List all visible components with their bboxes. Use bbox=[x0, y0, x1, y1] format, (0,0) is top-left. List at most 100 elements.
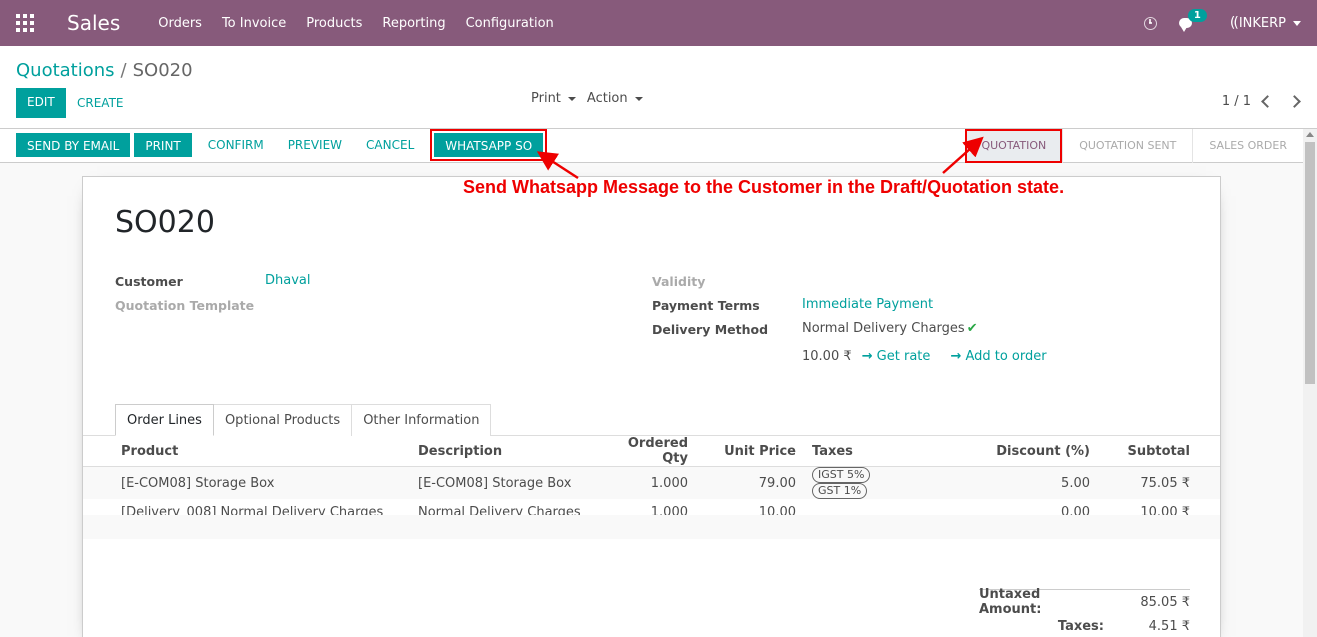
col-unit-price[interactable]: Unit Price bbox=[696, 436, 804, 467]
cell-taxes: IGST 5%GST 1% bbox=[804, 466, 934, 499]
apps-menu-icon[interactable] bbox=[16, 14, 34, 32]
status-stages: QUOTATION QUOTATION SENT SALES ORDER bbox=[965, 129, 1303, 163]
user-menu[interactable]: (( INKERP bbox=[1230, 15, 1301, 31]
chat-badge: 1 bbox=[1187, 9, 1207, 22]
caret-down-icon bbox=[567, 96, 576, 101]
form-sheet: SO020 Customer Dhaval Quotation Template… bbox=[82, 176, 1221, 637]
breadcrumb: Quotations / SO020 bbox=[16, 60, 193, 81]
menu-orders[interactable]: Orders bbox=[148, 16, 212, 31]
menu-reporting[interactable]: Reporting bbox=[372, 16, 455, 31]
tab-order-lines[interactable]: Order Lines bbox=[115, 404, 214, 436]
payment-terms-label: Payment Terms bbox=[652, 298, 760, 313]
print-button[interactable]: PRINT bbox=[134, 133, 192, 157]
col-subtotal[interactable]: Subtotal bbox=[1098, 436, 1220, 467]
statusbar-buttons: SEND BY EMAIL PRINT CONFIRM PREVIEW CANC… bbox=[16, 129, 548, 161]
print-dropdown-label: Print bbox=[531, 91, 561, 106]
company-logo-icon: (( bbox=[1229, 15, 1239, 31]
delivery-price-row: 10.00 ₹ → Get rate → Add to order bbox=[802, 349, 1047, 364]
create-button[interactable]: CREATE bbox=[67, 90, 134, 116]
stage-sales-order[interactable]: SALES ORDER bbox=[1192, 129, 1303, 163]
breadcrumb-current: SO020 bbox=[132, 60, 193, 81]
chevron-left-icon[interactable] bbox=[1261, 95, 1274, 108]
tax-tag: GST 1% bbox=[812, 483, 868, 499]
taxes-value: 4.51 ₹ bbox=[1148, 618, 1190, 634]
get-rate-label: Get rate bbox=[876, 349, 931, 364]
add-to-order-link[interactable]: → Add to order bbox=[951, 349, 1047, 364]
navbar-systray: 1 (( INKERP bbox=[1143, 0, 1301, 46]
messaging-menu[interactable]: 1 bbox=[1178, 9, 1207, 32]
sidebar-dropdowns: Print Action bbox=[531, 91, 654, 106]
table-row[interactable]: [E-COM08] Storage Box [E-COM08] Storage … bbox=[83, 466, 1220, 499]
untaxed-amount-label: Untaxed Amount: bbox=[979, 587, 1042, 617]
add-to-order-label: Add to order bbox=[965, 349, 1047, 364]
breadcrumb-separator: / bbox=[120, 60, 127, 81]
cancel-button[interactable]: CANCEL bbox=[354, 133, 426, 157]
menu-to-invoice[interactable]: To Invoice bbox=[212, 16, 296, 31]
col-ordered-qty[interactable]: Ordered Qty bbox=[600, 436, 696, 467]
form-statusbar: SEND BY EMAIL PRINT CONFIRM PREVIEW CANC… bbox=[0, 129, 1303, 163]
scroll-up-icon[interactable] bbox=[1306, 132, 1314, 137]
top-navbar: Sales Orders To Invoice Products Reporti… bbox=[0, 0, 1317, 46]
pager: 1 / 1 bbox=[1222, 94, 1301, 109]
cell-discount: 5.00 bbox=[934, 466, 1098, 499]
quotation-template-label: Quotation Template bbox=[115, 298, 255, 313]
action-dropdown-label: Action bbox=[586, 91, 628, 106]
delivery-method-value: Normal Delivery Charges bbox=[802, 321, 965, 336]
notebook-tabs: Order Lines Optional Products Other Info… bbox=[115, 404, 492, 436]
control-panel: Quotations / SO020 EDIT CREATE Print Actio… bbox=[0, 46, 1317, 129]
stage-quotation-sent[interactable]: QUOTATION SENT bbox=[1062, 129, 1192, 163]
cell-price: 79.00 bbox=[696, 466, 804, 499]
print-dropdown[interactable]: Print bbox=[531, 91, 576, 106]
edit-button[interactable]: EDIT bbox=[16, 88, 66, 118]
customer-field[interactable]: Dhaval bbox=[265, 273, 311, 288]
check-icon: ✔ bbox=[966, 321, 978, 336]
order-name-title: SO020 bbox=[115, 205, 215, 240]
caret-down-icon bbox=[634, 96, 643, 101]
pager-value[interactable]: 1 / 1 bbox=[1222, 94, 1251, 109]
order-totals: Untaxed Amount: 85.05 ₹ Taxes: 4.51 ₹ bbox=[979, 587, 1190, 637]
confirm-button[interactable]: CONFIRM bbox=[196, 133, 276, 157]
delivery-price: 10.00 ₹ bbox=[802, 349, 852, 364]
preview-button[interactable]: PREVIEW bbox=[276, 133, 354, 157]
tab-optional-products[interactable]: Optional Products bbox=[212, 404, 353, 436]
main-menu: Orders To Invoice Products Reporting Con… bbox=[148, 16, 564, 31]
untaxed-amount-row: Untaxed Amount: 85.05 ₹ bbox=[979, 587, 1190, 617]
table-header-row: Product Description Ordered Qty Unit Pri… bbox=[83, 436, 1220, 467]
annotation-text: Send Whatsapp Message to the Customer in… bbox=[463, 177, 1065, 197]
validity-label: Validity bbox=[652, 274, 706, 289]
scrollbar-thumb[interactable] bbox=[1305, 142, 1315, 384]
cell-qty: 1.000 bbox=[600, 466, 696, 499]
tab-other-information[interactable]: Other Information bbox=[351, 404, 492, 436]
taxes-label: Taxes: bbox=[1057, 618, 1104, 634]
stage-quotation[interactable]: QUOTATION bbox=[965, 129, 1063, 163]
customer-label: Customer bbox=[115, 274, 183, 289]
col-description[interactable]: Description bbox=[410, 436, 600, 467]
col-product[interactable]: Product bbox=[83, 436, 410, 467]
breadcrumb-quotations[interactable]: Quotations bbox=[16, 60, 115, 81]
get-rate-link[interactable]: → Get rate bbox=[862, 349, 931, 364]
page-scrollbar[interactable] bbox=[1303, 129, 1317, 637]
payment-terms-field[interactable]: Immediate Payment bbox=[802, 297, 933, 312]
empty-table-row bbox=[83, 515, 1220, 539]
action-dropdown[interactable]: Action bbox=[587, 91, 643, 106]
col-discount[interactable]: Discount (%) bbox=[934, 436, 1098, 467]
cell-description: [E-COM08] Storage Box bbox=[410, 466, 600, 499]
cell-product: [E-COM08] Storage Box bbox=[83, 466, 410, 499]
menu-configuration[interactable]: Configuration bbox=[456, 16, 564, 31]
col-taxes[interactable]: Taxes bbox=[804, 436, 934, 467]
order-lines-table: Product Description Ordered Qty Unit Pri… bbox=[83, 436, 1220, 525]
arrow-right-icon: → bbox=[950, 349, 962, 364]
activity-clock-icon[interactable] bbox=[1143, 16, 1157, 30]
menu-products[interactable]: Products bbox=[296, 16, 372, 31]
cell-subtotal: 75.05 ₹ bbox=[1098, 466, 1220, 499]
app-name: Sales bbox=[67, 11, 121, 35]
send-by-email-button[interactable]: SEND BY EMAIL bbox=[16, 133, 131, 157]
untaxed-amount-value: 85.05 ₹ bbox=[1140, 594, 1190, 610]
whatsapp-so-button[interactable]: WHATSAPP SO bbox=[430, 129, 548, 161]
tax-tag: IGST 5% bbox=[812, 467, 871, 483]
delivery-method-field[interactable]: Normal Delivery Charges ✔ bbox=[802, 321, 978, 336]
chevron-right-icon[interactable] bbox=[1288, 95, 1301, 108]
company-name: INKERP bbox=[1238, 15, 1286, 31]
arrow-right-icon: → bbox=[861, 349, 873, 364]
caret-down-icon bbox=[1293, 20, 1301, 26]
